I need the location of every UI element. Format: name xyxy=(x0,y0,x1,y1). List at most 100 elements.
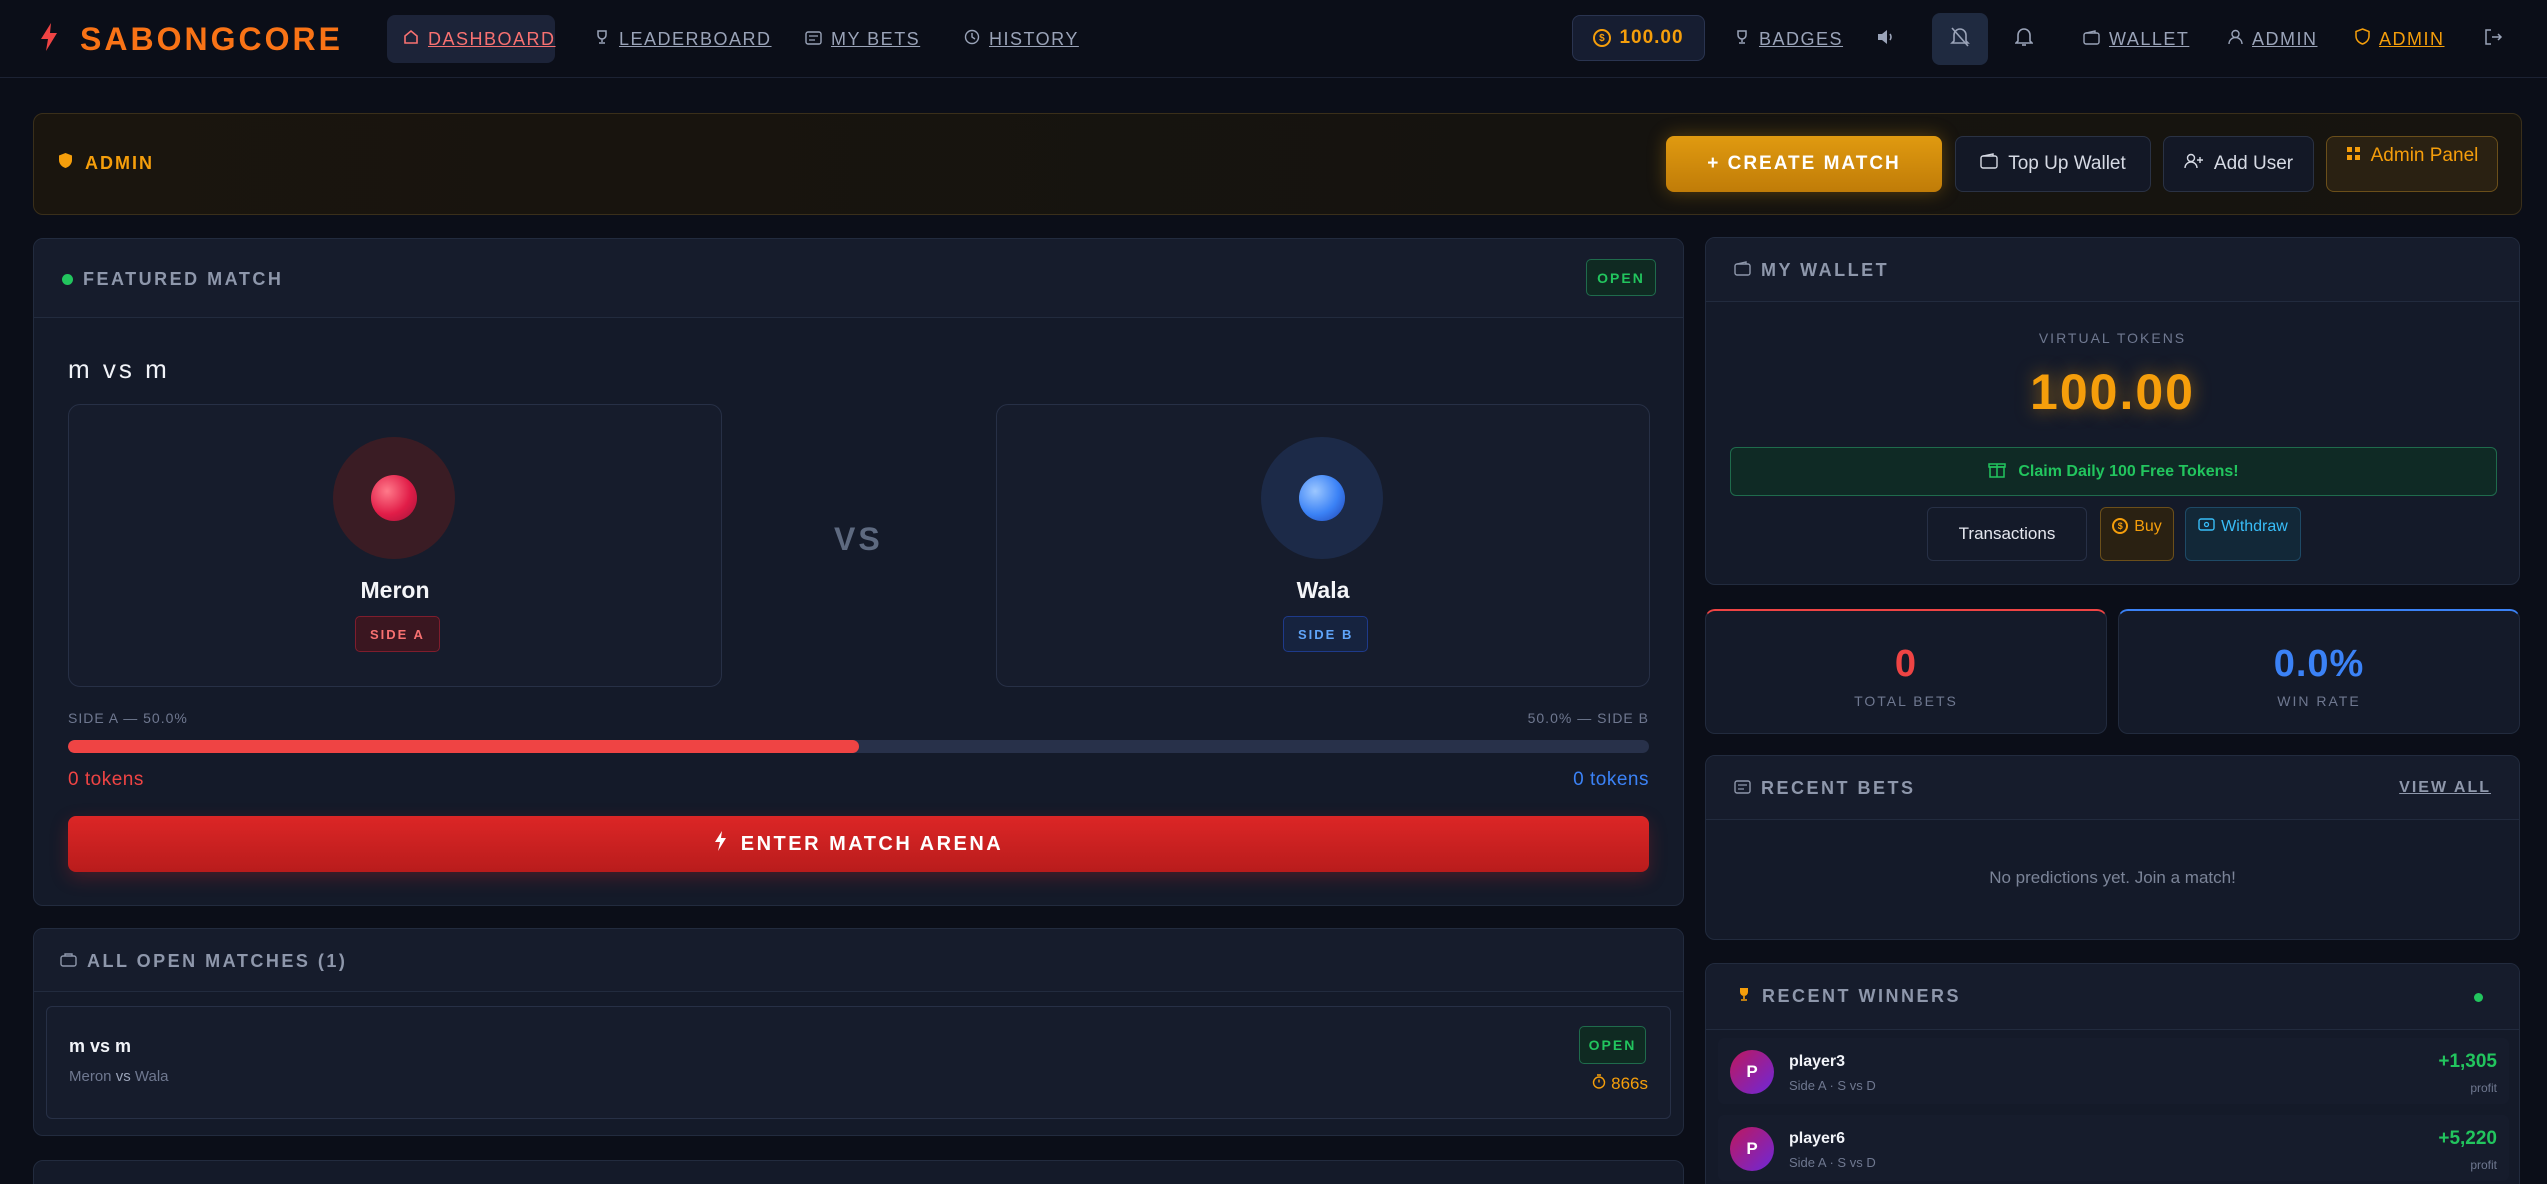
brand[interactable]: SABONGCORE xyxy=(40,20,343,58)
transactions-button[interactable]: Transactions xyxy=(1927,507,2087,561)
nav-admin[interactable]: ADMIN xyxy=(2339,15,2461,63)
notifications-muted-button[interactable] xyxy=(1932,13,1988,65)
red-orb-icon xyxy=(371,475,417,521)
side-b-tokens: 0 tokens xyxy=(1573,769,1649,790)
bolt-icon xyxy=(714,831,727,857)
fighter-orb-b xyxy=(1261,437,1383,559)
open-match-timer: 866s xyxy=(1592,1074,1648,1094)
nav-badges-label: BADGES xyxy=(1759,28,1844,49)
win-rate-card: 0.0% WIN RATE xyxy=(2118,609,2520,734)
fighter-name-b: Wala xyxy=(1296,577,1350,603)
open-matches-heading: ALL OPEN MATCHES (1) xyxy=(87,951,348,971)
admin-panel-button[interactable]: Admin Panel xyxy=(2326,136,2498,192)
winner-amount: +5,220 xyxy=(2438,1128,2497,1149)
open-match-title: m vs m xyxy=(69,1036,132,1056)
recent-winners-card: RECENT WINNERS P player3 Side A · S vs D… xyxy=(1705,963,2520,1184)
match-title: m vs m xyxy=(68,354,170,384)
gift-icon xyxy=(1988,460,2007,483)
user-plus-icon xyxy=(2184,153,2204,175)
winner-row[interactable]: P player3 Side A · S vs D +1,305 profit xyxy=(1718,1038,2509,1104)
withdraw-button[interactable]: Withdraw xyxy=(2185,507,2301,561)
nav-admin-label: ADMIN xyxy=(2379,28,2445,49)
shield-icon xyxy=(2355,28,2370,50)
fighter-name-a: Meron xyxy=(360,577,430,603)
bet-split-bar xyxy=(68,740,1649,753)
winner-name: player6 xyxy=(1789,1130,1846,1147)
fighter-card-side-b[interactable]: Wala SIDE B xyxy=(996,404,1650,687)
nav-user[interactable]: ADMIN xyxy=(2212,15,2334,63)
enter-match-arena-label: ENTER MATCH ARENA xyxy=(740,832,1004,855)
open-match-side-a: Meron xyxy=(69,1068,112,1085)
nav-badges[interactable]: BADGES xyxy=(1718,15,1859,63)
side-a-percentage: SIDE A — 50.0% xyxy=(68,710,188,726)
top-up-wallet-button[interactable]: Top Up Wallet xyxy=(1955,136,2151,192)
logout-button[interactable] xyxy=(2469,15,2517,63)
open-matches-card: ALL OPEN MATCHES (1) m vs m Meron vs Wal… xyxy=(33,928,1684,1136)
status-badge: OPEN xyxy=(1586,259,1656,296)
side-b-percentage: 50.0% — SIDE B xyxy=(1527,710,1649,726)
nav-leaderboard[interactable]: LEADERBOARD xyxy=(578,15,788,63)
enter-match-arena-button[interactable]: ENTER MATCH ARENA xyxy=(68,816,1649,872)
create-match-button[interactable]: + CREATE MATCH xyxy=(1666,136,1942,192)
withdraw-label: Withdraw xyxy=(2221,518,2288,535)
nav-wallet-label: WALLET xyxy=(2109,28,2190,49)
recent-bets-card: RECENT BETS VIEW ALL No predictions yet.… xyxy=(1705,755,2520,940)
claim-daily-tokens-button[interactable]: Claim Daily 100 Free Tokens! xyxy=(1730,447,2497,496)
speaker-icon xyxy=(1876,28,1896,51)
open-match-status-badge: OPEN xyxy=(1579,1026,1646,1064)
wallet-balance-pill[interactable]: $ 100.00 xyxy=(1572,15,1705,61)
wallet-header: MY WALLET xyxy=(1706,238,2519,302)
buy-button[interactable]: $ Buy xyxy=(2100,507,2174,561)
top-navbar: SABONGCORE DASHBOARD LEADERBOARD MY BETS… xyxy=(0,0,2547,78)
sound-button[interactable] xyxy=(1862,15,1910,63)
winner-row[interactable]: P player6 Side A · S vs D +5,220 profit xyxy=(1718,1115,2509,1181)
win-rate-value: 0.0% xyxy=(2273,643,2365,685)
nav-history[interactable]: HISTORY xyxy=(948,15,1095,63)
recent-bets-heading: RECENT BETS xyxy=(1761,778,1916,798)
add-user-button[interactable]: Add User xyxy=(2163,136,2314,192)
receipt-icon xyxy=(805,29,822,50)
recent-winners-heading: RECENT WINNERS xyxy=(1762,986,1962,1006)
winner-amount: +1,305 xyxy=(2438,1051,2497,1072)
cash-icon xyxy=(2198,518,2215,536)
recent-winners-title-group: RECENT WINNERS xyxy=(1736,986,1961,1007)
admin-label-group: ADMIN xyxy=(58,152,154,174)
user-icon xyxy=(2228,29,2243,50)
bell-off-icon xyxy=(1950,26,1970,53)
avatar: P xyxy=(1730,1127,1774,1171)
recent-winners-header: RECENT WINNERS xyxy=(1706,964,2519,1030)
coin-icon: $ xyxy=(1593,29,1612,47)
side-a-tokens: 0 tokens xyxy=(68,769,144,790)
wallet-title-group: MY WALLET xyxy=(1734,260,1889,281)
fighter-card-side-a[interactable]: Meron SIDE A xyxy=(68,404,722,687)
view-all-link[interactable]: VIEW ALL xyxy=(2399,779,2491,797)
brand-name: SABONGCORE xyxy=(80,20,343,57)
open-match-sides: Meron vs Wala xyxy=(69,1068,169,1085)
winner-amount-unit: profit xyxy=(2470,1081,2497,1095)
claim-daily-tokens-label: Claim Daily 100 Free Tokens! xyxy=(2018,462,2239,480)
winner-detail: Side A · S vs D xyxy=(1789,1155,1876,1170)
total-bets-label: TOTAL BETS xyxy=(1854,693,1958,709)
recent-bets-title-group: RECENT BETS xyxy=(1734,778,1916,799)
trophy-icon xyxy=(1736,986,1752,1007)
add-user-label: Add User xyxy=(2213,153,2294,174)
nav-dashboard[interactable]: DASHBOARD xyxy=(387,15,555,63)
nav-wallet[interactable]: WALLET xyxy=(2067,15,2205,63)
trophy-icon xyxy=(594,29,610,50)
open-match-row[interactable]: m vs m Meron vs Wala OPEN 866s xyxy=(46,1006,1671,1119)
bell-icon xyxy=(2014,27,2034,52)
home-icon xyxy=(403,29,419,50)
nav-my-bets[interactable]: MY BETS xyxy=(789,15,936,63)
open-matches-title-group: ALL OPEN MATCHES (1) xyxy=(60,951,347,972)
open-match-vs: vs xyxy=(115,1068,131,1085)
my-wallet-card: MY WALLET VIRTUAL TOKENS 100.00 Claim Da… xyxy=(1705,237,2520,585)
recent-bets-empty: No predictions yet. Join a match! xyxy=(1989,868,2236,887)
avatar: P xyxy=(1730,1050,1774,1094)
live-dot-icon xyxy=(2474,993,2483,1002)
wallet-icon xyxy=(2083,29,2100,50)
shield-icon xyxy=(58,152,73,174)
wallet-heading: MY WALLET xyxy=(1761,260,1890,280)
grid-icon xyxy=(2346,145,2361,167)
notifications-button[interactable] xyxy=(2000,15,2048,63)
coin-icon: $ xyxy=(2112,518,2129,534)
